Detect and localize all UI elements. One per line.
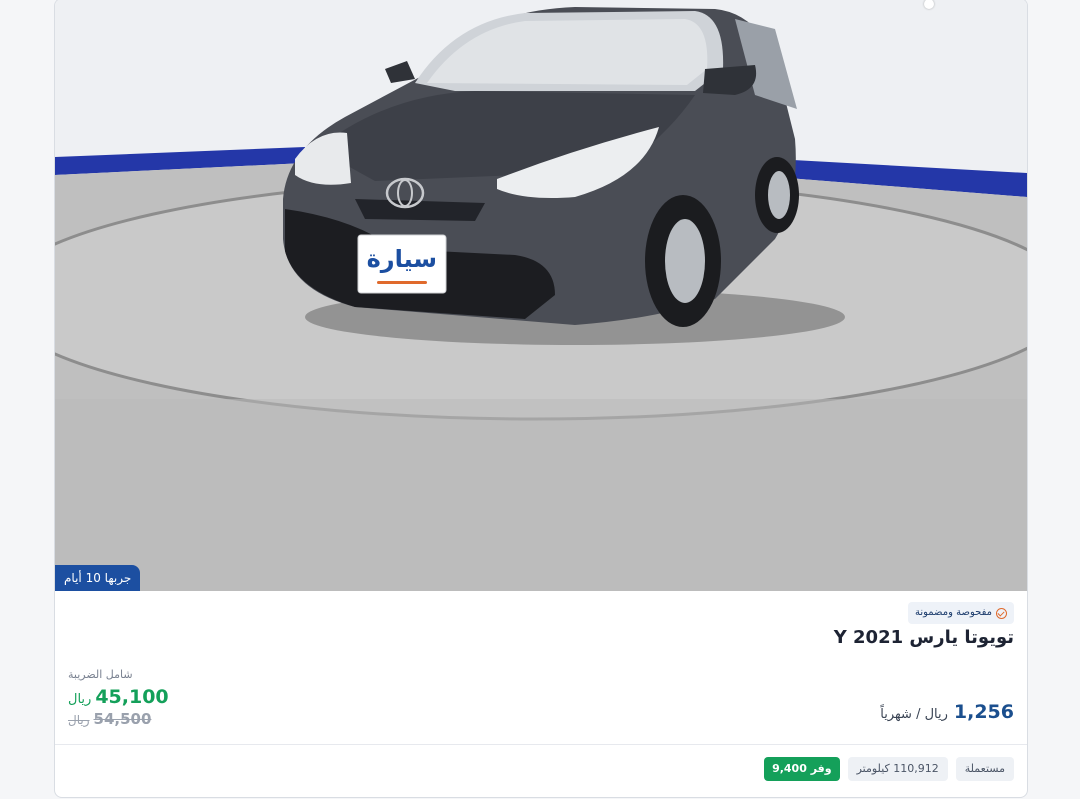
save-prefix: وفر xyxy=(810,762,832,775)
condition-tag: مستعملة xyxy=(955,757,1014,781)
save-amount: 9,400 xyxy=(772,762,807,775)
save-tag: وفر 9,400 xyxy=(764,757,840,781)
current-price: ريال 45,100 xyxy=(68,686,169,708)
price-amount: 45,100 xyxy=(95,686,169,708)
trial-badge: جربها 10 أيام xyxy=(55,565,141,591)
plate-brand-underline xyxy=(377,281,427,284)
tax-included-label: شامل الضريبة xyxy=(68,668,133,681)
price-currency: ريال xyxy=(68,692,92,707)
car-photo-illustration xyxy=(55,0,1027,591)
monthly-unit: ريال / شهرياً xyxy=(880,707,948,722)
plate-brand-text: سيارة xyxy=(366,245,437,273)
check-circle-icon xyxy=(996,607,1007,619)
old-price-currency: ريال xyxy=(68,713,90,727)
old-price-amount: 54,500 xyxy=(93,710,152,728)
card-divider xyxy=(55,744,1027,745)
mileage-tag: 110,912 كيلومتر xyxy=(847,757,948,781)
monthly-payment: 1,256 ريال / شهرياً xyxy=(880,701,1014,723)
car-title[interactable]: تويوتا يارس 2021 Y xyxy=(834,627,1014,648)
monthly-amount: 1,256 xyxy=(953,701,1014,723)
old-price: ريال 54,500 xyxy=(68,710,151,728)
tags-row: مستعملة 110,912 كيلومتر وفر 9,400 xyxy=(764,757,1014,781)
inspected-label: مفحوصة ومضمونة xyxy=(914,607,992,618)
car-listing-card[interactable]: سيارة جربها 10 أيام مفحوصة ومضمونة تويوت… xyxy=(54,0,1028,798)
car-photo[interactable]: سيارة جربها 10 أيام xyxy=(55,0,1027,591)
inspected-badge: مفحوصة ومضمونة xyxy=(907,602,1014,624)
